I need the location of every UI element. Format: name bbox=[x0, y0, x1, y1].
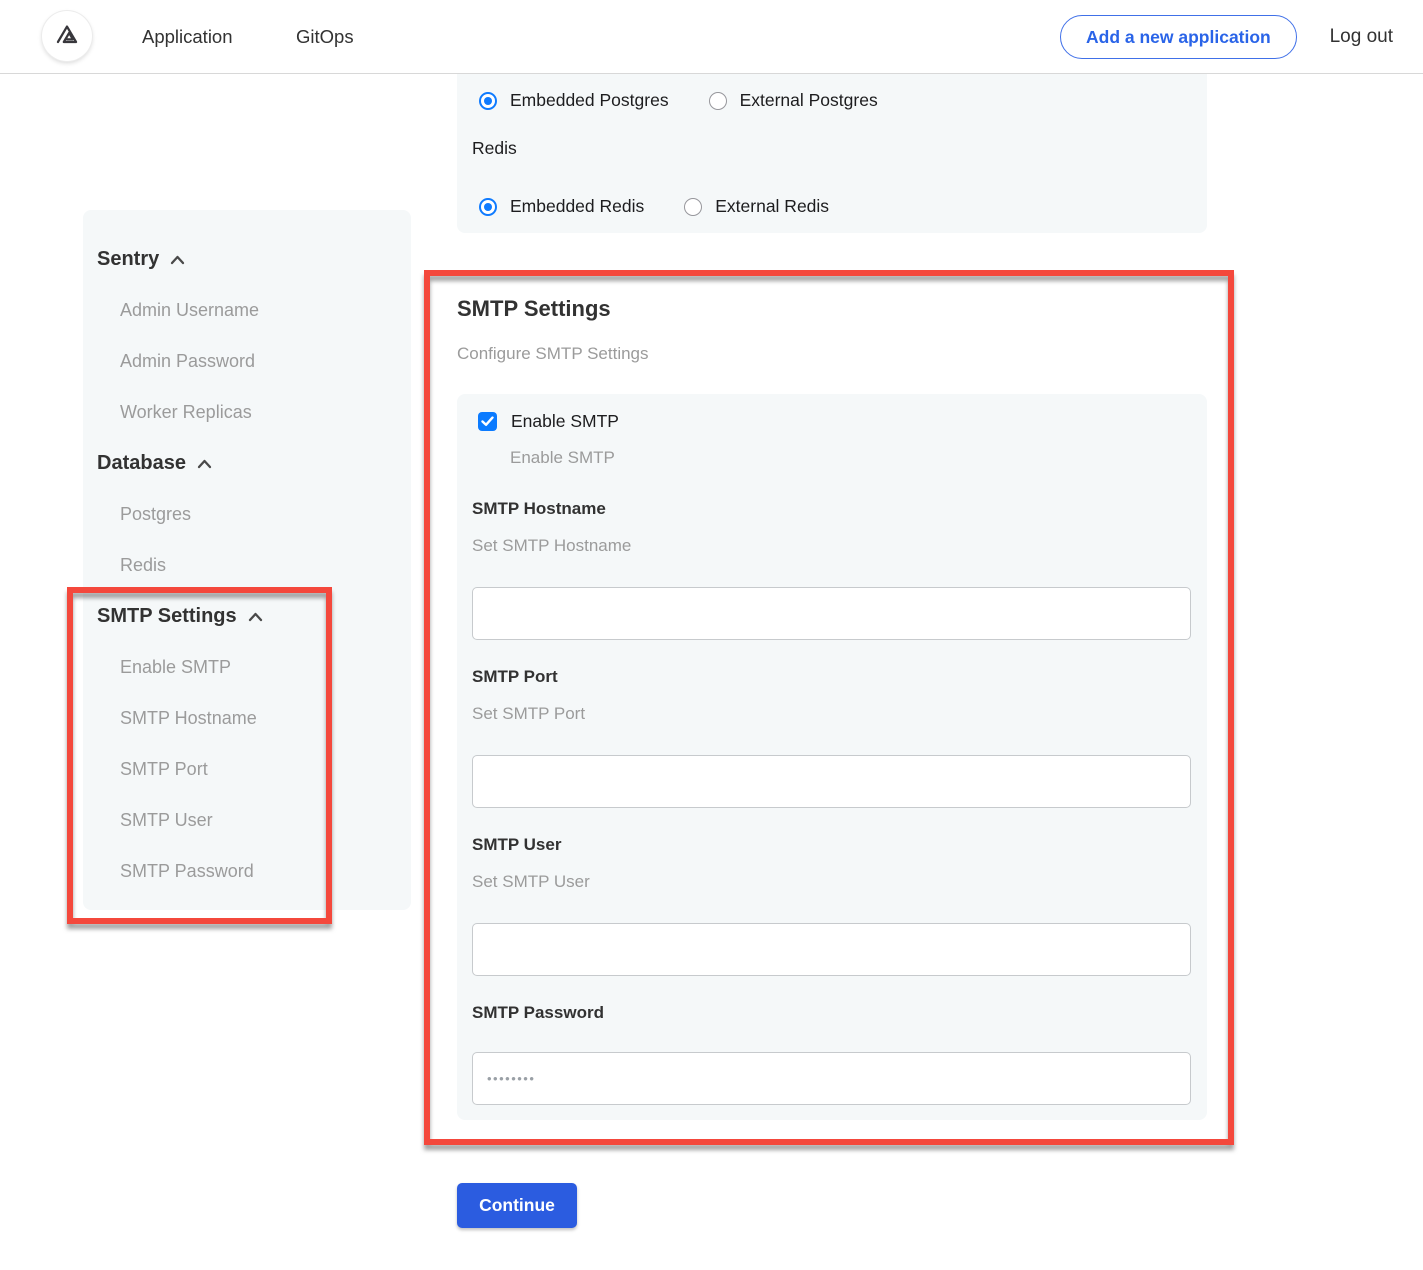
top-navbar: Application GitOps Add a new application… bbox=[0, 0, 1423, 74]
radio-selected-icon[interactable] bbox=[479, 92, 497, 110]
config-nav-sidebar: Sentry Admin Username Admin Password Wor… bbox=[83, 210, 411, 910]
sidebar-group-smtp-settings[interactable]: SMTP Settings bbox=[83, 591, 411, 642]
radio-label: External Redis bbox=[715, 196, 829, 217]
nav-item-application[interactable]: Application bbox=[142, 0, 233, 74]
logout-button[interactable]: Log out bbox=[1330, 0, 1393, 74]
smtp-port-input[interactable] bbox=[472, 755, 1191, 808]
sidebar-item-admin-password[interactable]: Admin Password bbox=[83, 336, 411, 387]
chevron-up-icon bbox=[170, 255, 185, 265]
smtp-section-title: SMTP Settings bbox=[457, 296, 611, 322]
radio-option-external-postgres[interactable]: External Postgres bbox=[709, 90, 878, 111]
nav-item-gitops[interactable]: GitOps bbox=[296, 0, 354, 74]
enable-smtp-checkbox-label: Enable SMTP bbox=[511, 411, 619, 432]
enable-smtp-helper-text: Enable SMTP bbox=[510, 448, 615, 468]
smtp-hostname-input[interactable] bbox=[472, 587, 1191, 640]
sidebar-group-label: Database bbox=[97, 452, 186, 475]
chevron-up-icon bbox=[197, 459, 212, 469]
sidebar-item-postgres[interactable]: Postgres bbox=[83, 489, 411, 540]
smtp-password-label: SMTP Password bbox=[472, 1003, 604, 1023]
sidebar-item-admin-username[interactable]: Admin Username bbox=[83, 285, 411, 336]
smtp-settings-panel: Enable SMTP Enable SMTP SMTP Hostname Se… bbox=[457, 394, 1207, 1120]
sentry-logo-icon bbox=[51, 18, 83, 55]
app-logo bbox=[42, 11, 92, 61]
radio-unselected-icon[interactable] bbox=[709, 92, 727, 110]
continue-button[interactable]: Continue bbox=[457, 1183, 577, 1228]
radio-label: Embedded Postgres bbox=[510, 90, 669, 111]
smtp-hostname-help: Set SMTP Hostname bbox=[472, 536, 631, 556]
sidebar-item-smtp-user[interactable]: SMTP User bbox=[83, 795, 411, 846]
chevron-up-icon bbox=[248, 612, 263, 622]
redis-group-heading: Redis bbox=[472, 138, 517, 159]
radio-label: External Postgres bbox=[740, 90, 878, 111]
enable-smtp-checkbox-row[interactable]: Enable SMTP bbox=[478, 411, 619, 432]
sidebar-item-enable-smtp[interactable]: Enable SMTP bbox=[83, 642, 411, 693]
sidebar-group-sentry[interactable]: Sentry bbox=[83, 234, 411, 285]
smtp-user-input[interactable] bbox=[472, 923, 1191, 976]
smtp-port-help: Set SMTP Port bbox=[472, 704, 585, 724]
sidebar-item-redis[interactable]: Redis bbox=[83, 540, 411, 591]
smtp-user-label: SMTP User bbox=[472, 835, 561, 855]
kots-config-page: Application GitOps Add a new application… bbox=[0, 0, 1423, 1270]
smtp-password-input[interactable] bbox=[472, 1052, 1191, 1105]
smtp-port-label: SMTP Port bbox=[472, 667, 558, 687]
smtp-section-subtitle: Configure SMTP Settings bbox=[457, 344, 649, 364]
sidebar-group-label: Sentry bbox=[97, 248, 159, 271]
sidebar-item-smtp-port[interactable]: SMTP Port bbox=[83, 744, 411, 795]
postgres-radio-group: Embedded Postgres External Postgres bbox=[479, 90, 878, 111]
radio-unselected-icon[interactable] bbox=[684, 198, 702, 216]
sidebar-group-label: SMTP Settings bbox=[97, 605, 237, 628]
smtp-user-help: Set SMTP User bbox=[472, 872, 590, 892]
radio-label: Embedded Redis bbox=[510, 196, 644, 217]
sidebar-item-smtp-hostname[interactable]: SMTP Hostname bbox=[83, 693, 411, 744]
radio-option-embedded-postgres[interactable]: Embedded Postgres bbox=[479, 90, 669, 111]
radio-option-embedded-redis[interactable]: Embedded Redis bbox=[479, 196, 644, 217]
radio-selected-icon[interactable] bbox=[479, 198, 497, 216]
redis-radio-group: Embedded Redis External Redis bbox=[479, 196, 829, 217]
sidebar-group-database[interactable]: Database bbox=[83, 438, 411, 489]
add-new-application-button[interactable]: Add a new application bbox=[1060, 15, 1297, 59]
smtp-hostname-label: SMTP Hostname bbox=[472, 499, 606, 519]
sidebar-item-worker-replicas[interactable]: Worker Replicas bbox=[83, 387, 411, 438]
checkbox-checked-icon[interactable] bbox=[478, 412, 497, 431]
sidebar-item-smtp-password[interactable]: SMTP Password bbox=[83, 846, 411, 897]
database-config-panel: Embedded Postgres External Postgres Redi… bbox=[457, 74, 1207, 233]
radio-option-external-redis[interactable]: External Redis bbox=[684, 196, 829, 217]
